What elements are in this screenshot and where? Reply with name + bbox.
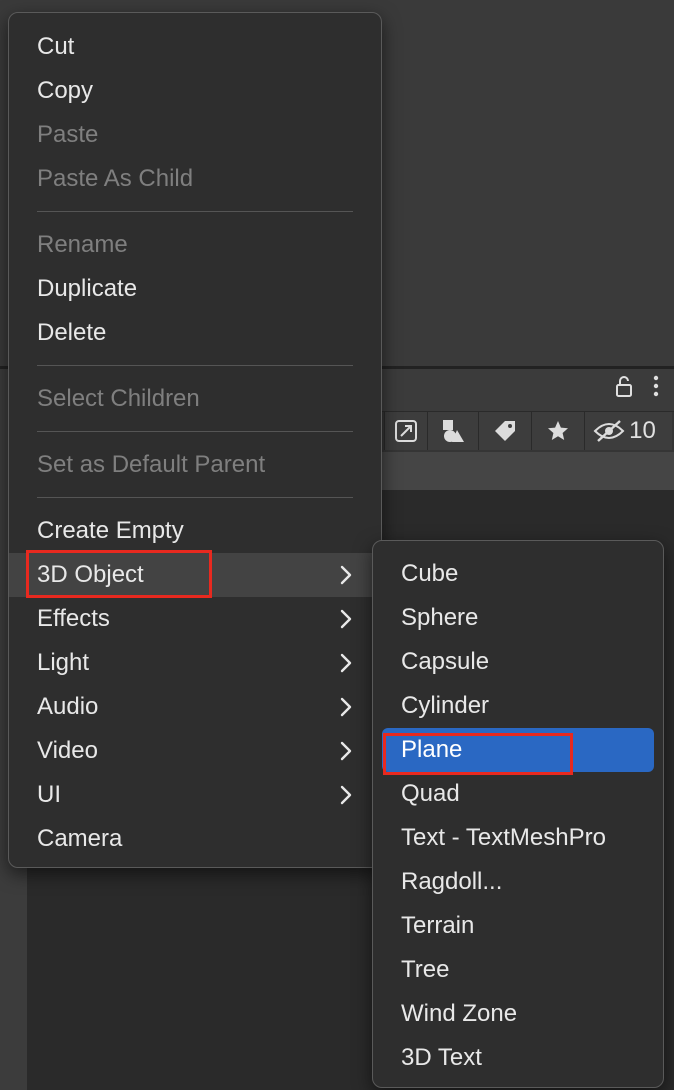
chevron-right-icon	[335, 564, 357, 586]
submenu-item-cube[interactable]: Cube	[373, 552, 663, 596]
chevron-right-icon	[335, 784, 357, 806]
menu-item-3d-object-label: 3D Object	[37, 561, 144, 588]
hidden-objects-button[interactable]: 10	[584, 412, 672, 450]
hierarchy-context-menu: Cut Copy Paste Paste As Child Rename Dup…	[8, 12, 382, 868]
submenu-item-cylinder[interactable]: Cylinder	[373, 684, 663, 728]
hidden-count: 10	[629, 417, 656, 444]
menu-item-camera[interactable]: Camera	[9, 817, 381, 861]
menu-item-duplicate[interactable]: Duplicate	[9, 267, 381, 311]
more-vertical-icon[interactable]	[652, 374, 660, 406]
submenu-item-sphere[interactable]: Sphere	[373, 596, 663, 640]
menu-item-paste: Paste	[37, 121, 99, 148]
submenu-item-terrain[interactable]: Terrain	[373, 904, 663, 948]
hidden-eye-icon	[593, 419, 625, 443]
menu-separator	[9, 355, 381, 377]
menu-item-ui[interactable]: UI	[9, 773, 381, 817]
submenu-item-capsule[interactable]: Capsule	[373, 640, 663, 684]
chevron-right-icon	[335, 740, 357, 762]
menu-item-copy[interactable]: Copy	[9, 69, 381, 113]
chevron-right-icon	[335, 608, 357, 630]
menu-item-video-label: Video	[37, 737, 98, 764]
menu-item-video[interactable]: Video	[9, 729, 381, 773]
lock-icon[interactable]	[614, 374, 634, 406]
menu-item-light-label: Light	[37, 649, 90, 676]
star-icon[interactable]	[531, 412, 584, 450]
submenu-item-3d-text[interactable]: 3D Text	[373, 1036, 663, 1080]
menu-item-set-default-parent: Set as Default Parent	[37, 451, 266, 478]
menu-item-effects-label: Effects	[37, 605, 110, 632]
submenu-item-text-textmeshpro[interactable]: Text - TextMeshPro	[373, 816, 663, 860]
menu-item-create-empty[interactable]: Create Empty	[9, 509, 381, 553]
scene-picking-icon[interactable]	[384, 412, 427, 450]
menu-separator	[9, 201, 381, 223]
shapes-icon[interactable]	[427, 412, 478, 450]
chevron-right-icon	[335, 696, 357, 718]
chevron-right-icon	[335, 652, 357, 674]
menu-item-paste-as-child: Paste As Child	[37, 165, 194, 192]
submenu-item-wind-zone[interactable]: Wind Zone	[373, 992, 663, 1036]
menu-separator	[9, 487, 381, 509]
tag-icon[interactable]	[478, 412, 531, 450]
menu-item-cut[interactable]: Cut	[9, 25, 381, 69]
menu-item-delete[interactable]: Delete	[9, 311, 381, 355]
tab-bar-icons	[614, 374, 660, 406]
menu-item-3d-object[interactable]: 3D Object	[9, 553, 381, 597]
menu-item-light[interactable]: Light	[9, 641, 381, 685]
menu-item-ui-label: UI	[37, 781, 61, 808]
menu-item-effects[interactable]: Effects	[9, 597, 381, 641]
menu-item-audio-label: Audio	[37, 693, 99, 720]
menu-separator	[9, 421, 381, 443]
submenu-item-plane[interactable]: Plane	[382, 728, 654, 772]
menu-item-rename: Rename	[37, 231, 128, 258]
3d-object-submenu: Cube Sphere Capsule Cylinder Plane Quad …	[372, 540, 664, 1088]
toolbar-buttons: 10	[384, 412, 672, 450]
submenu-item-tree[interactable]: Tree	[373, 948, 663, 992]
menu-item-select-children: Select Children	[37, 385, 200, 412]
menu-item-audio[interactable]: Audio	[9, 685, 381, 729]
submenu-item-quad[interactable]: Quad	[373, 772, 663, 816]
submenu-item-ragdoll[interactable]: Ragdoll...	[373, 860, 663, 904]
